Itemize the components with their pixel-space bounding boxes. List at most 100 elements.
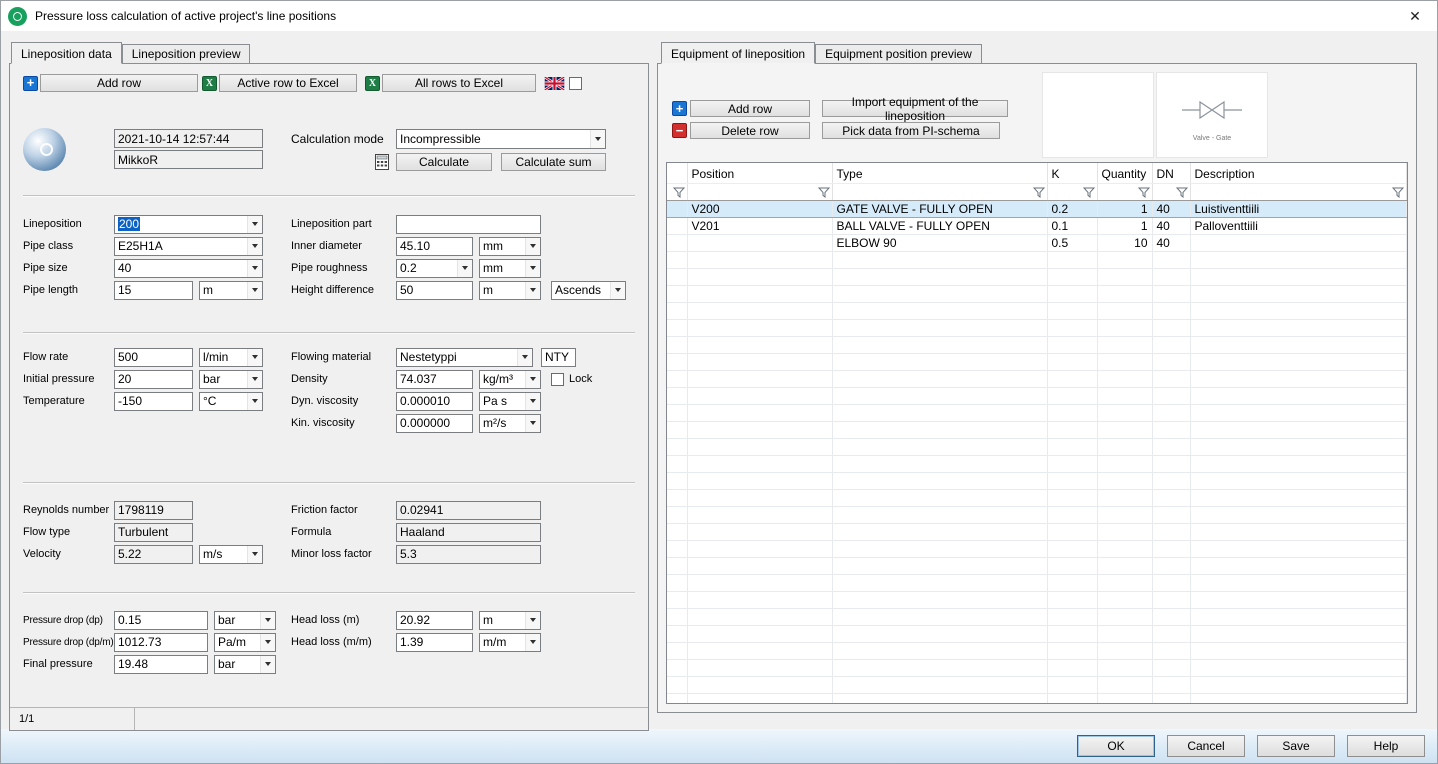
cell-position[interactable]: V200	[687, 200, 832, 217]
equipment-row-empty[interactable]	[667, 285, 1407, 302]
height-difference-unit-select[interactable]: m	[479, 281, 541, 300]
empty-cell[interactable]	[667, 336, 687, 353]
empty-cell[interactable]	[1190, 608, 1407, 625]
empty-cell[interactable]	[667, 489, 687, 506]
empty-cell[interactable]	[1152, 268, 1190, 285]
cancel-button[interactable]: Cancel	[1167, 735, 1245, 757]
temperature-input[interactable]: -150	[114, 392, 193, 411]
empty-cell[interactable]	[667, 251, 687, 268]
language-checkbox[interactable]	[569, 77, 582, 90]
cell-position[interactable]	[687, 234, 832, 251]
height-difference-input[interactable]: 50	[396, 281, 473, 300]
equipment-row-empty[interactable]	[667, 319, 1407, 336]
cell-description[interactable]	[1190, 234, 1407, 251]
pressure-drop-unit-select[interactable]: bar	[214, 611, 276, 630]
empty-cell[interactable]	[1152, 421, 1190, 438]
column-header-description[interactable]: Description	[1190, 163, 1407, 183]
empty-cell[interactable]	[667, 642, 687, 659]
empty-cell[interactable]	[1152, 404, 1190, 421]
empty-cell[interactable]	[1047, 404, 1097, 421]
kin-viscosity-unit-select[interactable]: m²/s	[479, 414, 541, 433]
empty-cell[interactable]	[1047, 489, 1097, 506]
empty-cell[interactable]	[1152, 591, 1190, 608]
empty-cell[interactable]	[1097, 557, 1152, 574]
equipment-delete-row-button[interactable]: Delete row	[690, 122, 810, 139]
cell-quantity[interactable]: 1	[1097, 217, 1152, 234]
empty-cell[interactable]	[832, 353, 1047, 370]
column-header-position[interactable]: Position	[687, 163, 832, 183]
empty-cell[interactable]	[667, 574, 687, 591]
dyn-viscosity-unit-select[interactable]: Pa s	[479, 392, 541, 411]
empty-cell[interactable]	[1097, 642, 1152, 659]
empty-cell[interactable]	[687, 285, 832, 302]
empty-cell[interactable]	[1047, 523, 1097, 540]
equipment-row-empty[interactable]	[667, 693, 1407, 704]
head-loss-per-m-unit-select[interactable]: m/m	[479, 633, 541, 652]
empty-cell[interactable]	[1047, 438, 1097, 455]
equipment-row-empty[interactable]	[667, 506, 1407, 523]
empty-cell[interactable]	[1152, 251, 1190, 268]
density-input[interactable]: 74.037	[396, 370, 473, 389]
empty-cell[interactable]	[1190, 319, 1407, 336]
excel-icon[interactable]: X	[365, 76, 380, 91]
empty-cell[interactable]	[667, 285, 687, 302]
filter-cell-position[interactable]	[687, 183, 832, 200]
equipment-row-empty[interactable]	[667, 676, 1407, 693]
empty-cell[interactable]	[1047, 268, 1097, 285]
empty-cell[interactable]	[1047, 693, 1097, 704]
empty-cell[interactable]	[832, 676, 1047, 693]
empty-cell[interactable]	[667, 319, 687, 336]
empty-cell[interactable]	[1047, 608, 1097, 625]
pipe-roughness-select[interactable]: 0.2	[396, 259, 473, 278]
kin-viscosity-input[interactable]: 0.000000	[396, 414, 473, 433]
empty-cell[interactable]	[1152, 370, 1190, 387]
equipment-row-empty[interactable]	[667, 438, 1407, 455]
empty-cell[interactable]	[1152, 336, 1190, 353]
empty-cell[interactable]	[1152, 472, 1190, 489]
empty-cell[interactable]	[1047, 319, 1097, 336]
empty-cell[interactable]	[1097, 693, 1152, 704]
empty-cell[interactable]	[1047, 472, 1097, 489]
head-loss-per-m-field[interactable]: 1.39	[396, 633, 473, 652]
empty-cell[interactable]	[1190, 642, 1407, 659]
empty-cell[interactable]	[832, 251, 1047, 268]
empty-cell[interactable]	[1097, 421, 1152, 438]
empty-cell[interactable]	[1190, 251, 1407, 268]
empty-cell[interactable]	[1047, 574, 1097, 591]
empty-cell[interactable]	[1097, 302, 1152, 319]
column-header-quantity[interactable]: Quantity	[1097, 163, 1152, 183]
equipment-row-empty[interactable]	[667, 540, 1407, 557]
filter-funnel-icon[interactable]	[818, 187, 830, 198]
empty-cell[interactable]	[1097, 404, 1152, 421]
cell-quantity[interactable]: 1	[1097, 200, 1152, 217]
cell-position[interactable]: V201	[687, 217, 832, 234]
empty-cell[interactable]	[687, 370, 832, 387]
tab-lineposition-data[interactable]: Lineposition data	[11, 42, 122, 64]
empty-cell[interactable]	[667, 625, 687, 642]
flowing-material-select[interactable]: Nestetyppi	[396, 348, 533, 367]
empty-cell[interactable]	[687, 540, 832, 557]
empty-cell[interactable]	[832, 540, 1047, 557]
equipment-row-empty[interactable]	[667, 370, 1407, 387]
empty-cell[interactable]	[1047, 642, 1097, 659]
filter-funnel-icon[interactable]	[1392, 187, 1404, 198]
empty-cell[interactable]	[1097, 676, 1152, 693]
empty-cell[interactable]	[1097, 489, 1152, 506]
empty-cell[interactable]	[832, 489, 1047, 506]
pressure-drop-field[interactable]: 0.15	[114, 611, 208, 630]
empty-cell[interactable]	[832, 659, 1047, 676]
empty-cell[interactable]	[1047, 506, 1097, 523]
empty-cell[interactable]	[832, 523, 1047, 540]
empty-cell[interactable]	[1097, 438, 1152, 455]
empty-cell[interactable]	[1190, 370, 1407, 387]
empty-cell[interactable]	[667, 608, 687, 625]
ok-button[interactable]: OK	[1077, 735, 1155, 757]
initial-pressure-input[interactable]: 20	[114, 370, 193, 389]
empty-cell[interactable]	[1190, 676, 1407, 693]
calculation-mode-select[interactable]: Incompressible	[396, 129, 606, 149]
empty-cell[interactable]	[687, 455, 832, 472]
empty-cell[interactable]	[687, 438, 832, 455]
empty-cell[interactable]	[1152, 302, 1190, 319]
equipment-row-empty[interactable]	[667, 642, 1407, 659]
equipment-row-empty[interactable]	[667, 455, 1407, 472]
